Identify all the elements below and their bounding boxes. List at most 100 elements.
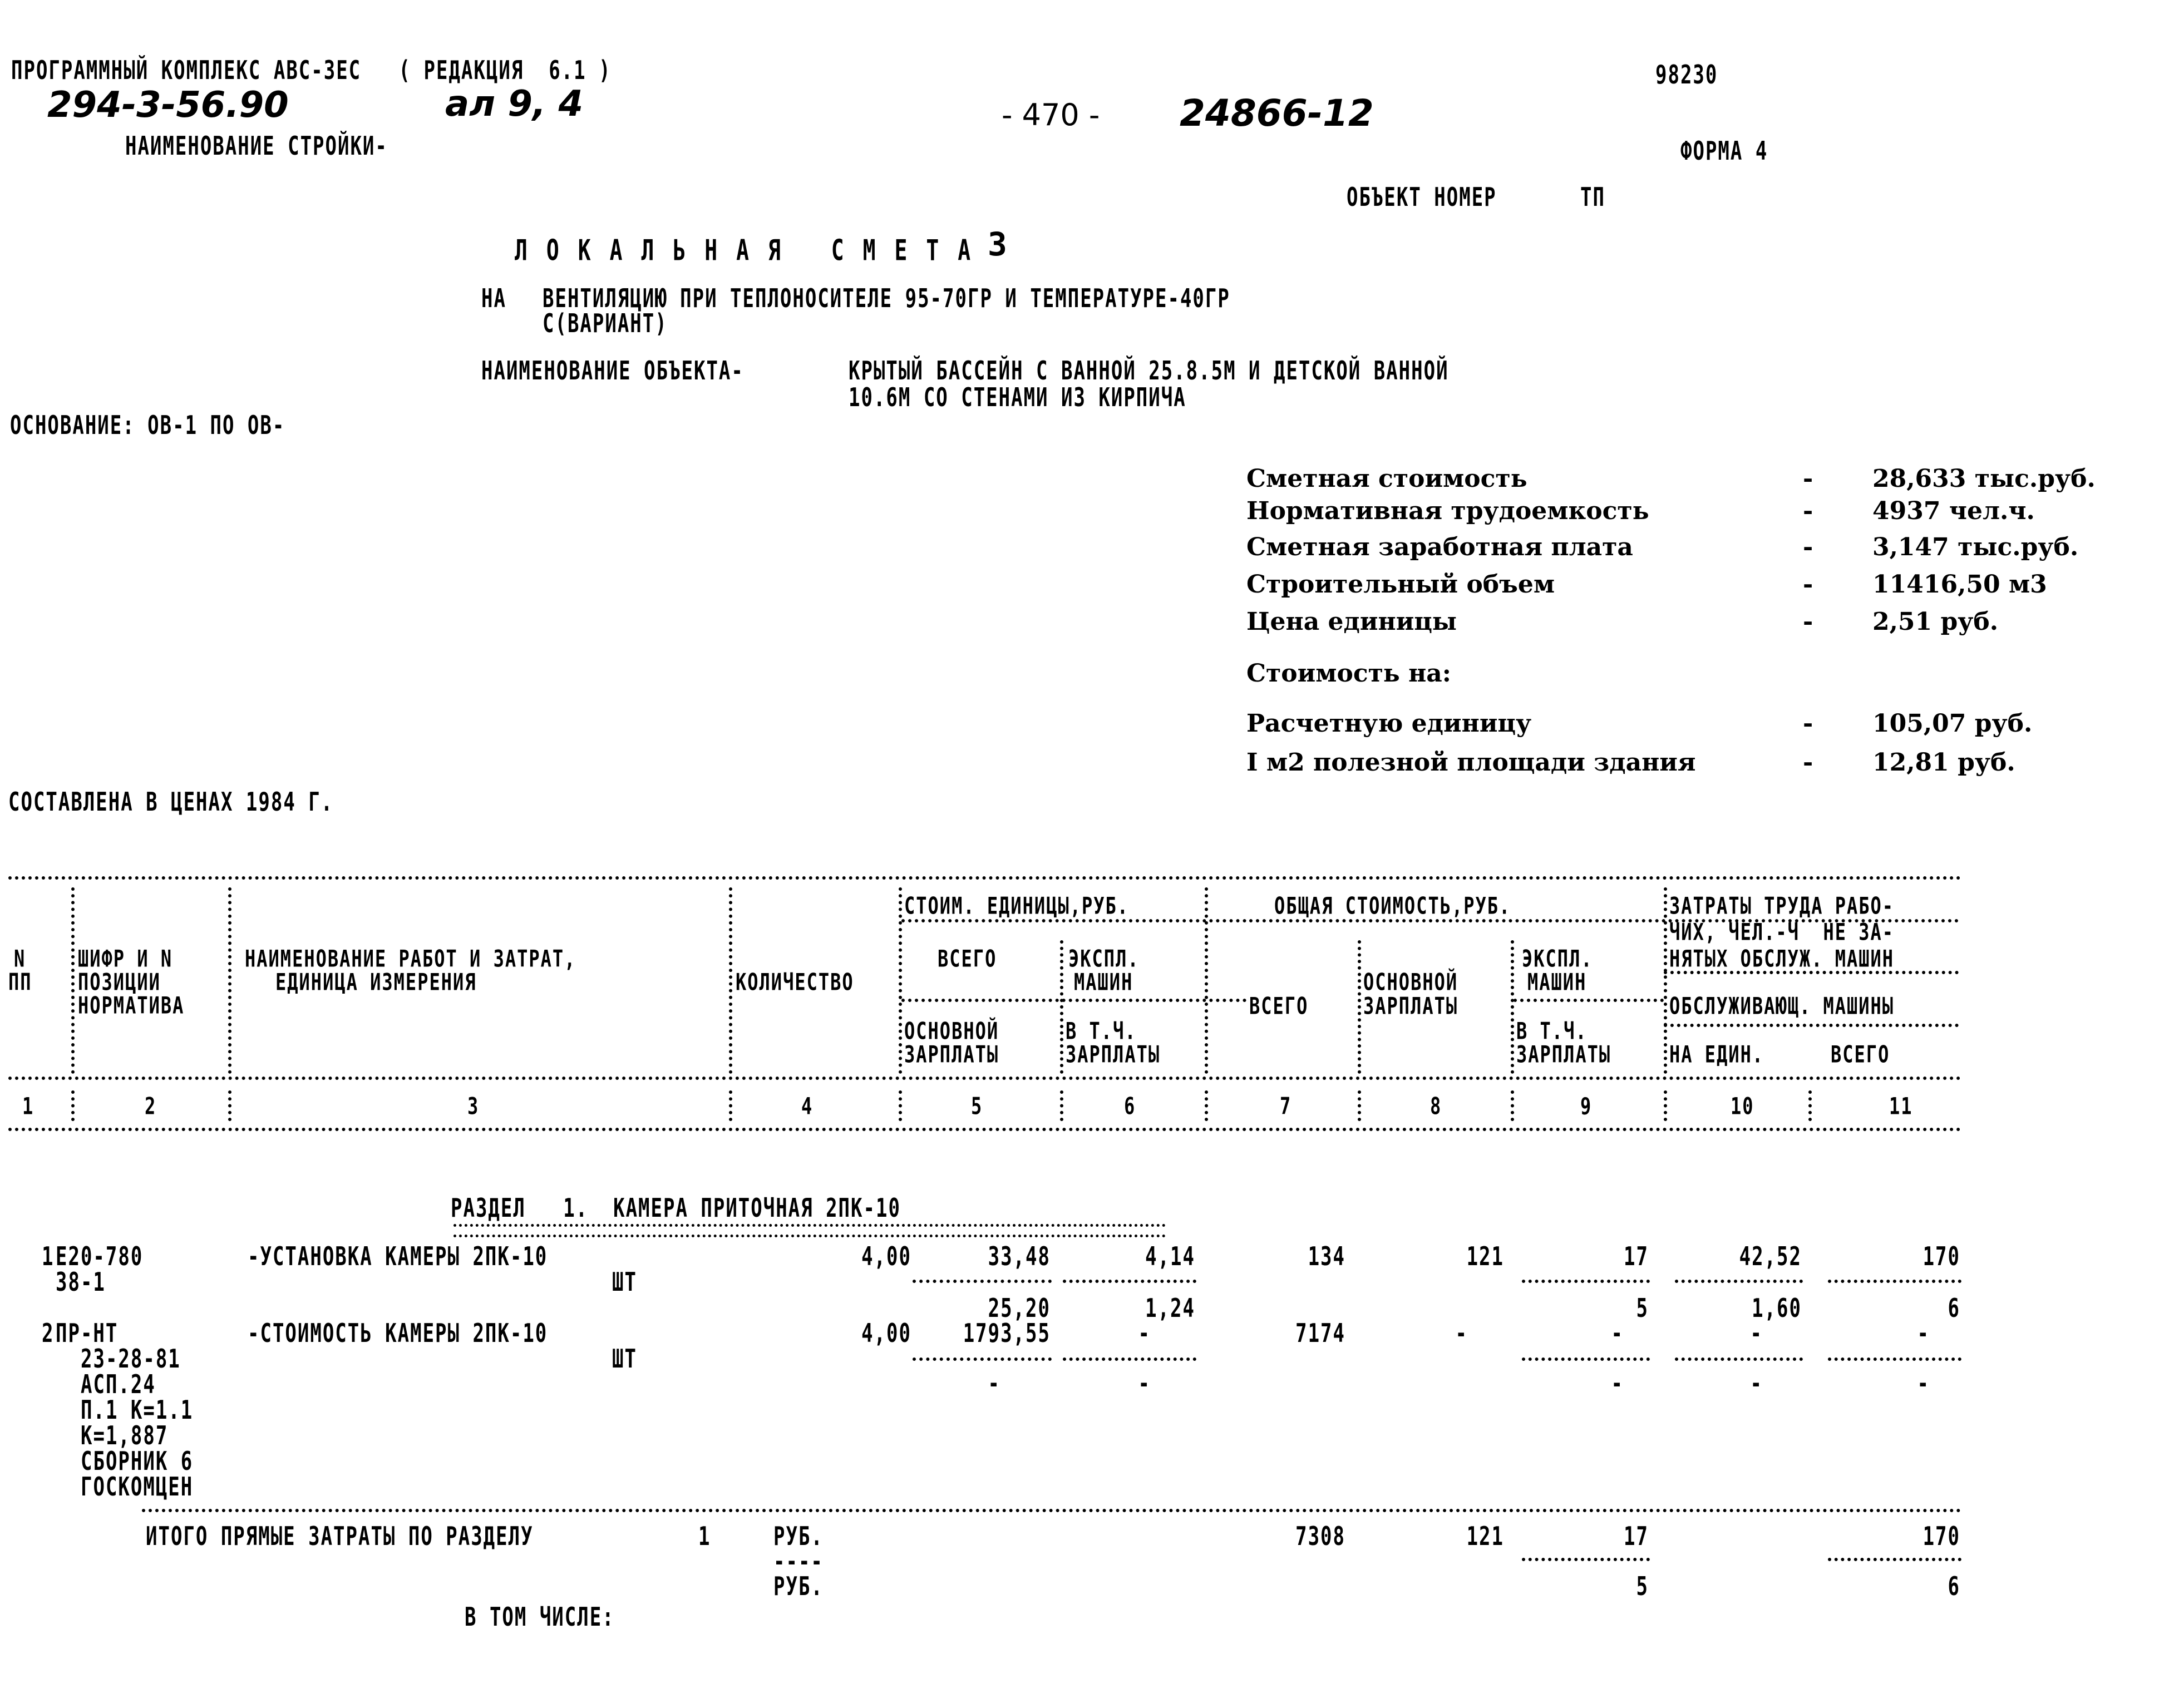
row-code-line: ГОСКОМЦЕН <box>81 1472 194 1502</box>
cell-divider <box>1522 1280 1650 1283</box>
header-col8-2: ЗАРПЛАТЫ <box>1363 992 1458 1020</box>
column-separator <box>71 887 75 1074</box>
handwritten-album: ал 9, 4 <box>445 83 583 125</box>
header-total-cost-group: ОБЩАЯ СТОИМОСТЬ,РУБ. <box>1274 892 1511 920</box>
header-col9-bottom-2: ЗАРПЛАТЫ <box>1516 1040 1611 1069</box>
row-labor-per-unit: 42,52 <box>1739 1242 1802 1272</box>
row-unit-wage: - <box>988 1369 1000 1399</box>
row-labor-total: - <box>1917 1319 1930 1349</box>
prices-note: СОСТАВЛЕНА В ЦЕНАХ 1984 Г. <box>8 787 334 817</box>
cell-divider <box>1828 1558 1961 1561</box>
column-number-8: 8 <box>1430 1092 1442 1120</box>
column-separator <box>1511 940 1514 1074</box>
column-separator <box>899 1090 902 1121</box>
object-name-line-2: 10.6М СО СТЕНАМИ ИЗ КИРПИЧА <box>849 383 1186 413</box>
row-total-machine-wage: - <box>1611 1369 1624 1399</box>
row-code-line: 38-1 <box>56 1267 106 1297</box>
column-separator <box>1358 940 1361 1074</box>
column-separator <box>228 887 231 1074</box>
section-title-underline <box>453 1224 1166 1237</box>
row-unit-total: 1793,55 <box>963 1319 1051 1349</box>
summary-row: Нормативная трудоемкость - 4937 чел.ч. <box>1246 497 2137 530</box>
row-unit: ШТ <box>612 1344 637 1374</box>
column-separator <box>71 1090 75 1121</box>
row-labor-total-sub: 6 <box>1948 1294 1960 1324</box>
object-label: НАИМЕНОВАНИЕ ОБЪЕКТА- <box>481 356 744 386</box>
column-number-6: 6 <box>1124 1092 1136 1120</box>
header-col1-line2: ПП <box>8 968 32 996</box>
summary-label: Сметная заработная плата <box>1246 533 1633 561</box>
summary-row: Цена единицы - 2,51 руб. <box>1246 608 2137 641</box>
column-separator <box>1808 1090 1812 1121</box>
object-name-line-1: КРЫТЫЙ БАССЕЙН С ВАННОЙ 25.8.5М И ДЕТСКО… <box>849 356 1449 386</box>
summary-value: 2,51 руб. <box>1872 608 1999 636</box>
header-unit-cost-group: СТОИМ. ЕДИНИЦЫ,РУБ. <box>904 892 1130 920</box>
column-number-4: 4 <box>801 1092 814 1120</box>
column-separator <box>729 1090 732 1121</box>
handwritten-project-code: 294-3-56.90 <box>47 85 289 126</box>
summary-value: 105,07 руб. <box>1872 709 2033 738</box>
basis-line: ОСНОВАНИЕ: ОВ-1 ПО ОВ- <box>10 411 285 441</box>
header-labor-group-2: ЧИХ, ЧЕЛ.-Ч НЕ ЗА- <box>1669 918 1895 946</box>
column-separator <box>1664 887 1667 1074</box>
header-col10: НА ЕДИН. <box>1669 1040 1764 1069</box>
labor-sub-rule-2 <box>1664 1024 1959 1027</box>
cell-divider <box>1063 1357 1196 1361</box>
summary-value: 12,81 руб. <box>1872 748 2015 777</box>
unit-cost-mid-rule <box>901 999 1246 1002</box>
construction-label: НАИМЕНОВАНИЕ СТРОЙКИ- <box>125 131 388 161</box>
row-total-machine-wage: 5 <box>1636 1294 1649 1324</box>
column-number-9: 9 <box>1580 1092 1593 1120</box>
summary-label: Нормативная трудоемкость <box>1246 497 1649 525</box>
column-number-10: 10 <box>1731 1092 1754 1120</box>
row-quantity: 4,00 <box>861 1319 911 1349</box>
section-total-labor-sub: 6 <box>1948 1572 1960 1602</box>
section-total-cost: 7308 <box>1295 1522 1345 1552</box>
page-number: - 470 - <box>1002 97 1100 132</box>
summary-dash: - <box>1803 748 1813 777</box>
row-quantity: 4,00 <box>861 1242 911 1272</box>
row-total-wage: 121 <box>1466 1242 1504 1272</box>
cell-divider <box>913 1280 1052 1283</box>
column-numbers-bottom-rule <box>8 1128 1961 1131</box>
cell-divider <box>1828 1280 1961 1283</box>
header-labor-sub: ОБСЛУЖИВАЮЩ. МАШИНЫ <box>1669 992 1895 1020</box>
section-total-label: ИТОГО ПРЯМЫЕ ЗАТРАТЫ ПО РАЗДЕЛУ <box>146 1522 534 1552</box>
summary-label: Сметная стоимость <box>1246 465 1527 493</box>
row-total: 7174 <box>1295 1319 1345 1349</box>
summary-row: Расчетную единицу - 105,07 руб. <box>1246 709 2137 743</box>
estimate-number: 3 <box>988 225 1008 263</box>
column-number-2: 2 <box>145 1092 157 1120</box>
cell-divider <box>1675 1357 1803 1361</box>
summary-label: Строительный объем <box>1246 570 1555 599</box>
header-col9-top-2: МАШИН <box>1527 968 1587 996</box>
form-label: ФОРМА 4 <box>1680 136 1768 166</box>
section-total-number: 1 <box>698 1522 711 1552</box>
column-separator <box>228 1090 231 1121</box>
row-unit-total: 33,48 <box>988 1242 1051 1272</box>
column-number-5: 5 <box>971 1092 983 1120</box>
table-header-bottom-rule <box>8 1077 1961 1080</box>
summary-dash: - <box>1803 465 1813 493</box>
column-separator <box>1664 1090 1667 1121</box>
column-separator <box>1060 940 1063 1074</box>
row-labor-per-unit: - <box>1750 1319 1763 1349</box>
subject-line-2: С(ВАРИАНТ) <box>543 309 668 339</box>
column-number-1: 1 <box>22 1092 34 1120</box>
object-number-value: ТП <box>1580 182 1605 213</box>
row-total-machines: - <box>1611 1319 1624 1349</box>
row-total-machines: 17 <box>1624 1242 1649 1272</box>
row-unit-machines: 4,14 <box>1145 1242 1195 1272</box>
header-col6-top-2: МАШИН <box>1074 968 1133 996</box>
summary-dash: - <box>1803 497 1813 525</box>
summary-dash: - <box>1803 709 1813 738</box>
column-number-11: 11 <box>1889 1092 1913 1120</box>
header-col11: ВСЕГО <box>1831 1040 1890 1069</box>
cell-divider <box>1522 1558 1650 1561</box>
cell-divider <box>1828 1357 1961 1361</box>
column-separator <box>1205 887 1208 1074</box>
summary-dash: - <box>1803 533 1813 561</box>
column-separator <box>729 887 732 1074</box>
section-total-machine-wage: 5 <box>1636 1572 1649 1602</box>
header-col5-bottom-2: ЗАРПЛАТЫ <box>904 1040 999 1069</box>
